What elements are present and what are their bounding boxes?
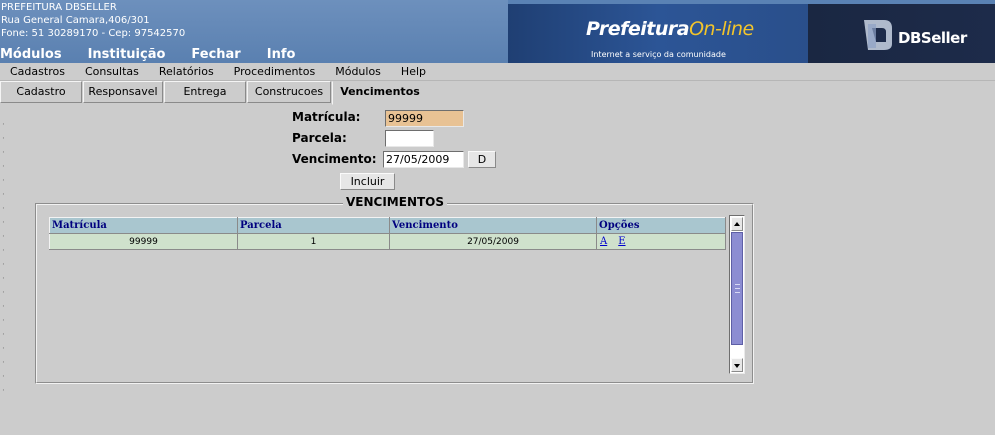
menu-consultas[interactable]: Consultas bbox=[75, 63, 149, 80]
col-opcoes: Opções bbox=[596, 217, 726, 234]
parcela-field[interactable] bbox=[385, 130, 434, 147]
dbseller-logo-panel: DBSeller bbox=[808, 4, 995, 63]
dbseller-logo-text: DBSeller bbox=[898, 29, 967, 47]
menu-help[interactable]: Help bbox=[391, 63, 436, 80]
date-picker-button[interactable]: D bbox=[468, 151, 496, 168]
parcela-label: Parcela: bbox=[292, 131, 347, 145]
menu-bar: Cadastros Consultas Relatórios Procedime… bbox=[0, 63, 995, 81]
matricula-field[interactable] bbox=[385, 110, 464, 127]
matricula-label: Matrícula: bbox=[292, 110, 361, 124]
cell-parcela: 1 bbox=[237, 233, 390, 250]
col-parcela: Parcela bbox=[237, 217, 390, 234]
menu-procedimentos[interactable]: Procedimentos bbox=[224, 63, 326, 80]
brand-title: PrefeituraOn-line bbox=[586, 18, 754, 40]
vencimento-label: Vencimento: bbox=[292, 152, 377, 166]
tab-vencimentos[interactable]: Vencimentos bbox=[332, 81, 428, 105]
brand-title-accent: On-line bbox=[689, 18, 754, 40]
tab-construcoes[interactable]: Construcoes bbox=[247, 81, 331, 103]
dbseller-logo-icon bbox=[864, 20, 892, 50]
app-header: PREFEITURA DBSELLER Rua General Camara,4… bbox=[0, 0, 995, 63]
exclude-link[interactable]: E bbox=[618, 236, 625, 247]
header-info-panel: PREFEITURA DBSELLER Rua General Camara,4… bbox=[0, 0, 508, 63]
vencimentos-legend: VENCIMENTOS bbox=[343, 195, 448, 209]
grid-header-row: Matrícula Parcela Vencimento Opções bbox=[49, 217, 726, 234]
left-edge-decoration: · · · · · · · · · · · · · · · · · · · · bbox=[2, 120, 5, 396]
topnav-modulos[interactable]: Módulos bbox=[0, 47, 62, 63]
scroll-down-icon[interactable] bbox=[731, 358, 743, 372]
col-vencimento: Vencimento bbox=[389, 217, 597, 234]
top-nav: Módulos Instituição Fechar Info bbox=[0, 47, 321, 63]
cell-matricula: 99999 bbox=[49, 233, 238, 250]
cell-vencimento: 27/05/2009 bbox=[389, 233, 597, 250]
scroll-up-icon[interactable] bbox=[731, 217, 743, 231]
scroll-thumb[interactable] bbox=[731, 232, 743, 345]
tab-entrega[interactable]: Entrega bbox=[164, 81, 246, 103]
cell-opcoes: AE bbox=[596, 233, 726, 250]
incluir-button[interactable]: Incluir bbox=[340, 173, 395, 190]
topnav-fechar[interactable]: Fechar bbox=[191, 47, 240, 63]
institution-address: Rua General Camara,406/301 bbox=[1, 15, 150, 26]
tab-cadastro[interactable]: Cadastro bbox=[0, 81, 82, 103]
col-matricula: Matrícula bbox=[49, 217, 238, 234]
vencimento-field[interactable] bbox=[383, 151, 464, 168]
scroll-grip-icon bbox=[735, 284, 740, 293]
alter-link[interactable]: A bbox=[600, 236, 607, 247]
brand-subtitle: Internet a serviço da comunidade bbox=[591, 50, 726, 59]
brand-title-main: Prefeitura bbox=[586, 18, 690, 40]
institution-name: PREFEITURA DBSELLER bbox=[1, 2, 117, 13]
menu-modulos[interactable]: Módulos bbox=[325, 63, 391, 80]
topnav-instituicao[interactable]: Instituição bbox=[88, 47, 166, 63]
tab-responsavel[interactable]: Responsavel bbox=[83, 81, 163, 103]
tab-strip: Cadastro Responsavel Entrega Construcoes… bbox=[0, 81, 429, 105]
menu-relatorios[interactable]: Relatórios bbox=[149, 63, 224, 80]
table-row: 99999 1 27/05/2009 AE bbox=[49, 233, 726, 250]
topnav-info[interactable]: Info bbox=[267, 47, 296, 63]
prefeitura-online-banner: PrefeituraOn-line Internet a serviço da … bbox=[508, 4, 808, 63]
grid-scrollbar[interactable] bbox=[729, 215, 745, 374]
menu-cadastros[interactable]: Cadastros bbox=[0, 63, 75, 80]
institution-contact: Fone: 51 30289170 - Cep: 97542570 bbox=[1, 28, 186, 39]
vencimentos-grid: Matrícula Parcela Vencimento Opções 9999… bbox=[49, 217, 726, 250]
